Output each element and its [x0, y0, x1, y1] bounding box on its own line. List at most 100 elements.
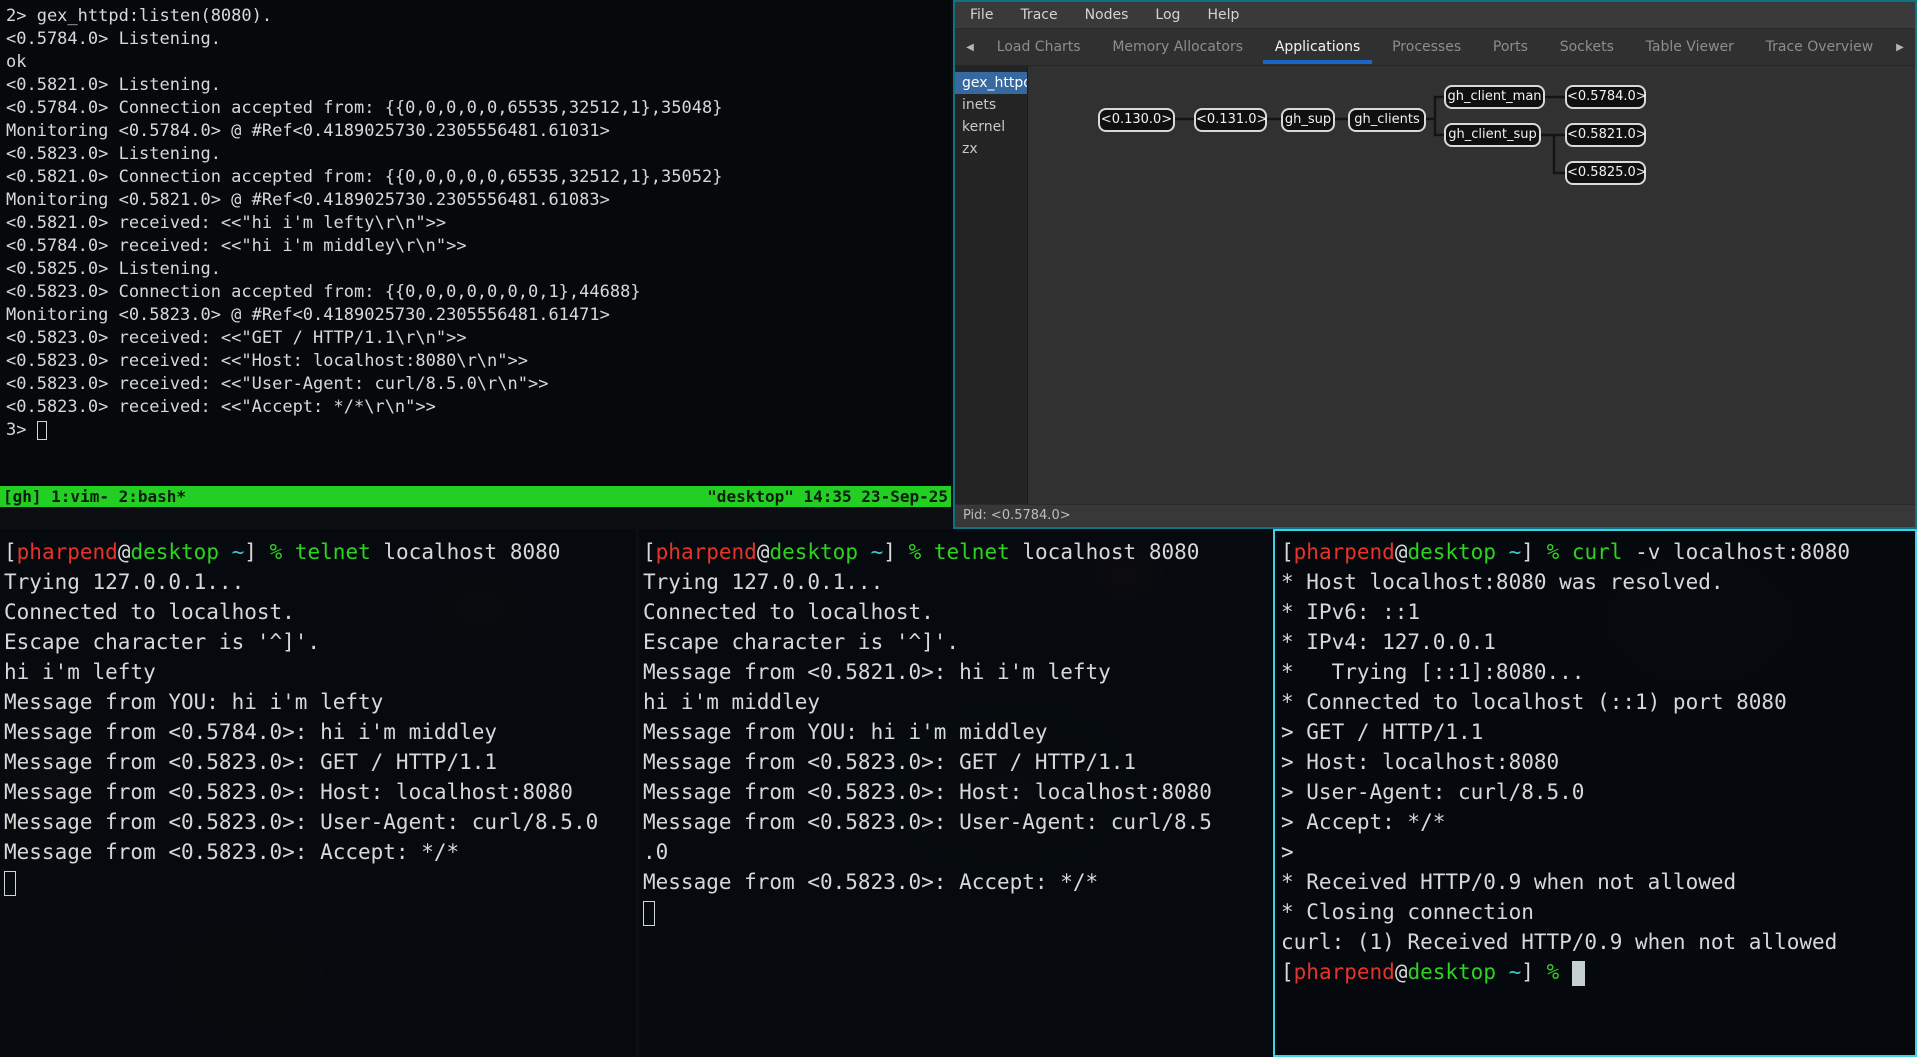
terminal-line: > — [1281, 837, 1915, 867]
tab-applications[interactable]: Applications — [1261, 29, 1375, 65]
terminal-line: Monitoring <0.5821.0> @ #Ref<0.418902573… — [6, 189, 951, 212]
terminal-line: * Closing connection — [1281, 897, 1915, 927]
terminal-line: 3> — [6, 419, 951, 442]
terminal-line: <0.5784.0> Listening. — [6, 28, 951, 51]
terminal-line: [pharpend@desktop ~] % curl -v localhost… — [1281, 537, 1915, 567]
terminal-line: Escape character is '^]'. — [4, 627, 636, 657]
tree-node-0-5825-0[interactable]: <0.5825.0> — [1565, 161, 1646, 185]
terminal-line: hi i'm lefty — [4, 657, 636, 687]
tab-ports[interactable]: Ports — [1479, 29, 1542, 65]
terminal-line: .0 — [643, 837, 1273, 867]
tree-node-0-5821-0[interactable]: <0.5821.0> — [1565, 123, 1646, 147]
terminal-line — [643, 897, 1273, 927]
terminal-line: <0.5823.0> received: <<"Accept: */*\r\n"… — [6, 396, 951, 419]
observer-tabbar: ◀Load ChartsMemory AllocatorsApplication… — [955, 29, 1915, 66]
sidebar-item-kernel[interactable]: kernel — [955, 116, 1027, 138]
terminal-line: <0.5821.0> Connection accepted from: {{0… — [6, 166, 951, 189]
terminal-line: <0.5823.0> received: <<"GET / HTTP/1.1\r… — [6, 327, 951, 350]
menu-trace[interactable]: Trace — [1020, 7, 1057, 23]
tree-node-0-130-0[interactable]: <0.130.0> — [1098, 108, 1175, 132]
terminal-line: <0.5823.0> received: <<"Host: localhost:… — [6, 350, 951, 373]
terminal-line: [pharpend@desktop ~] % — [1281, 957, 1915, 987]
supervision-tree: <0.130.0> <0.131.0> gh_sup gh_clients gh_cli… — [1028, 66, 1915, 504]
terminal-line: * Host localhost:8080 was resolved. — [1281, 567, 1915, 597]
terminal-line: <0.5784.0> Connection accepted from: {{0… — [6, 97, 951, 120]
terminal-line: > User-Agent: curl/8.5.0 — [1281, 777, 1915, 807]
terminal-line: * Trying [::1]:8080... — [1281, 657, 1915, 687]
terminal-line: * Connected to localhost (::1) port 8080 — [1281, 687, 1915, 717]
tree-node-gh-sup[interactable]: gh_sup — [1281, 108, 1335, 132]
menu-file[interactable]: File — [970, 7, 993, 23]
terminal-line: Message from <0.5823.0>: User-Agent: cur… — [643, 807, 1273, 837]
terminal-line: Connected to localhost. — [4, 597, 636, 627]
terminal-line: * IPv6: ::1 — [1281, 597, 1915, 627]
tab-table-viewer[interactable]: Table Viewer — [1632, 29, 1748, 65]
tab-processes[interactable]: Processes — [1378, 29, 1475, 65]
application-list: gex_httpdinetskernelzx — [955, 66, 1028, 504]
tabs-scroll-right-icon[interactable]: ▶ — [1891, 29, 1909, 65]
sidebar-item-zx[interactable]: zx — [955, 138, 1027, 160]
tab-load-charts[interactable]: Load Charts — [983, 29, 1095, 65]
menu-log[interactable]: Log — [1155, 7, 1180, 23]
terminal-line: > Host: localhost:8080 — [1281, 747, 1915, 777]
terminal-line: hi i'm middley — [643, 687, 1273, 717]
curl-terminal-active[interactable]: [pharpend@desktop ~] % curl -v localhost… — [1273, 529, 1917, 1057]
tab-label: Memory Allocators — [1100, 30, 1255, 64]
menu-nodes[interactable]: Nodes — [1085, 7, 1129, 23]
tab-memory-allocators[interactable]: Memory Allocators — [1098, 29, 1257, 65]
observer-window: File Trace Nodes Log Help ◀Load ChartsMemory… — [953, 0, 1917, 529]
telnet-terminal-middley[interactable]: [pharpend@desktop ~] % telnet localhost … — [639, 529, 1273, 1057]
observer-content: gex_httpdinetskernelzx <0.130.0> <0.131.0… — [955, 66, 1915, 504]
observer-menubar: File Trace Nodes Log Help — [955, 2, 1915, 29]
tab-label: Load Charts — [985, 30, 1093, 64]
tab-label: Table Viewer — [1634, 30, 1746, 64]
tab-label: Sockets — [1548, 30, 1626, 64]
tabs-scroll-left-icon[interactable]: ◀ — [961, 29, 979, 65]
terminal-line: > Accept: */* — [1281, 807, 1915, 837]
tmux-session-windows[interactable]: [gh] 1:vim- 2:bash* — [3, 486, 186, 507]
menu-help[interactable]: Help — [1207, 7, 1239, 23]
terminal-line: ok — [6, 51, 951, 74]
sidebar-item-gex-httpd[interactable]: gex_httpd — [955, 72, 1027, 94]
tab-label: Ports — [1481, 30, 1540, 64]
text-cursor — [1572, 961, 1585, 986]
terminal-line: Message from <0.5821.0>: hi i'm lefty — [643, 657, 1273, 687]
tmux-status-bar: [gh] 1:vim- 2:bash* "desktop" 14:35 23-S… — [0, 486, 951, 507]
terminal-line: Connected to localhost. — [643, 597, 1273, 627]
text-cursor — [643, 901, 655, 926]
terminal-line: Message from <0.5823.0>: Accept: */* — [643, 867, 1273, 897]
terminal-line: Monitoring <0.5784.0> @ #Ref<0.418902573… — [6, 120, 951, 143]
desktop-screen: 2> gex_httpd:listen(8080).<0.5784.0> Lis… — [0, 0, 1917, 1057]
terminal-line: Message from <0.5823.0>: GET / HTTP/1.1 — [4, 747, 636, 777]
tree-node-gh-clients[interactable]: gh_clients — [1348, 108, 1426, 132]
terminal-line: curl: (1) Received HTTP/0.9 when not all… — [1281, 927, 1915, 957]
tree-node-gh-client-sup[interactable]: gh_client_sup — [1444, 123, 1541, 147]
terminal-line: Message from <0.5784.0>: hi i'm middley — [4, 717, 636, 747]
terminal-line: * IPv4: 127.0.0.1 — [1281, 627, 1915, 657]
terminal-line: <0.5823.0> Listening. — [6, 143, 951, 166]
terminal-line: 2> gex_httpd:listen(8080). — [6, 5, 951, 28]
terminal-line: Message from <0.5823.0>: Host: localhost… — [4, 777, 636, 807]
erlang-shell-terminal[interactable]: 2> gex_httpd:listen(8080).<0.5784.0> Lis… — [0, 0, 951, 486]
terminal-line: > GET / HTTP/1.1 — [1281, 717, 1915, 747]
tree-node-0-5784-0[interactable]: <0.5784.0> — [1565, 85, 1646, 109]
terminal-line — [4, 867, 636, 897]
tab-sockets[interactable]: Sockets — [1546, 29, 1628, 65]
terminal-line: <0.5825.0> Listening. — [6, 258, 951, 281]
terminal-line: Monitoring <0.5823.0> @ #Ref<0.418902573… — [6, 304, 951, 327]
tab-trace-overview[interactable]: Trace Overview — [1752, 29, 1888, 65]
tree-node-gh-client-man[interactable]: gh_client_man — [1444, 85, 1545, 109]
terminal-line: <0.5821.0> Listening. — [6, 74, 951, 97]
terminal-line: <0.5823.0> received: <<"User-Agent: curl… — [6, 373, 951, 396]
terminal-line: [pharpend@desktop ~] % telnet localhost … — [4, 537, 636, 567]
tab-label: Applications — [1263, 30, 1373, 64]
text-cursor — [4, 871, 16, 896]
terminal-line: * Received HTTP/0.9 when not allowed — [1281, 867, 1915, 897]
tree-node-0-131-0[interactable]: <0.131.0> — [1194, 108, 1267, 132]
telnet-terminal-lefty[interactable]: [pharpend@desktop ~] % telnet localhost … — [0, 529, 636, 1057]
terminal-line: Trying 127.0.0.1... — [643, 567, 1273, 597]
sidebar-item-inets[interactable]: inets — [955, 94, 1027, 116]
terminal-line: Message from YOU: hi i'm lefty — [4, 687, 636, 717]
terminal-line: Message from YOU: hi i'm middley — [643, 717, 1273, 747]
text-cursor — [37, 421, 47, 440]
